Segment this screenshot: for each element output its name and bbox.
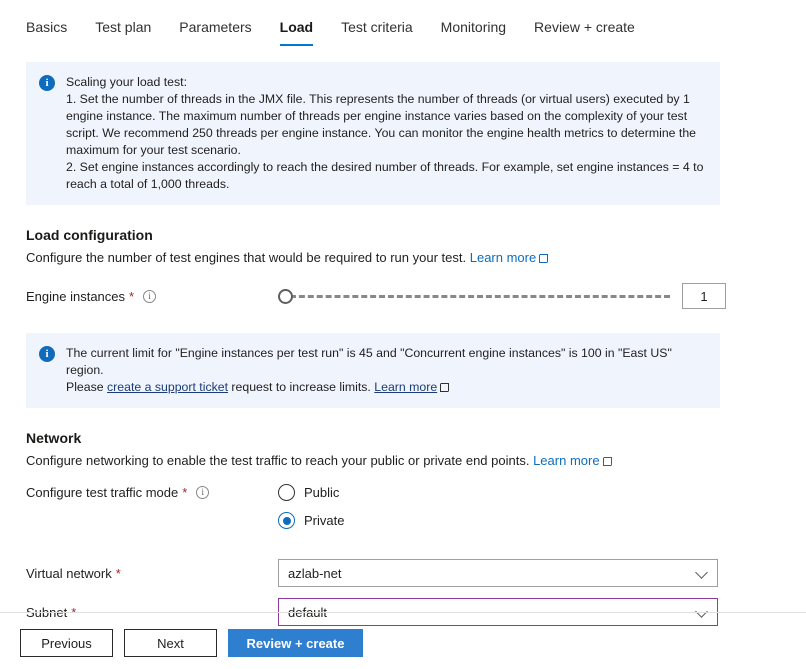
engine-limit-line-2: Please create a support ticket request t… — [66, 379, 706, 396]
external-link-icon — [603, 457, 612, 466]
radio-mark-private — [278, 512, 295, 529]
wizard-footer: Previous Next Review + create — [20, 629, 363, 657]
required-asterisk: * — [116, 566, 121, 581]
engine-limit-prefix: Please — [66, 380, 107, 394]
engine-instances-control — [278, 283, 806, 309]
radio-public[interactable]: Public — [278, 484, 344, 501]
radio-private[interactable]: Private — [278, 512, 344, 529]
engine-limit-learn-more-link[interactable]: Learn more — [374, 380, 437, 394]
wizard-tabs: Basics Test plan Parameters Load Test cr… — [0, 0, 806, 46]
load-configuration-learn-more-link[interactable]: Learn more — [470, 250, 536, 265]
scaling-banner-line-3: 2. Set engine instances accordingly to r… — [66, 159, 706, 193]
review-create-button[interactable]: Review + create — [228, 629, 363, 657]
scaling-banner-line-2: 1. Set the number of threads in the JMX … — [66, 91, 706, 159]
info-tooltip-icon[interactable]: i — [143, 290, 156, 303]
tab-test-plan[interactable]: Test plan — [81, 18, 165, 46]
slider-thumb[interactable] — [278, 289, 293, 304]
info-icon: i — [39, 346, 55, 362]
chevron-down-icon — [695, 566, 708, 579]
tab-review-create[interactable]: Review + create — [520, 18, 649, 46]
load-configuration-description: Configure the number of test engines tha… — [26, 250, 806, 265]
tab-basics[interactable]: Basics — [26, 18, 81, 46]
virtual-network-dropdown[interactable]: azlab-net — [278, 559, 718, 587]
external-link-icon — [440, 383, 449, 392]
virtual-network-value: azlab-net — [288, 566, 341, 581]
engine-instances-label: Engine instances — [26, 289, 125, 304]
engine-instances-slider[interactable] — [278, 286, 670, 306]
engine-limit-banner: i The current limit for "Engine instance… — [26, 333, 720, 408]
required-asterisk: * — [129, 289, 134, 304]
engine-instances-label-group: Engine instances * i — [26, 289, 278, 304]
engine-instances-input[interactable] — [682, 283, 726, 309]
virtual-network-label: Virtual network — [26, 566, 112, 581]
radio-label-public: Public — [304, 485, 339, 500]
load-configuration-description-text: Configure the number of test engines tha… — [26, 250, 466, 265]
network-description: Configure networking to enable the test … — [26, 453, 806, 468]
engine-limit-line-1: The current limit for "Engine instances … — [66, 345, 706, 379]
tab-test-criteria[interactable]: Test criteria — [327, 18, 427, 46]
required-asterisk: * — [182, 485, 187, 500]
load-test-wizard-page: Basics Test plan Parameters Load Test cr… — [0, 0, 806, 669]
external-link-icon — [539, 254, 548, 263]
load-configuration-heading: Load configuration — [26, 227, 806, 243]
tab-load[interactable]: Load — [266, 18, 327, 46]
tab-monitoring[interactable]: Monitoring — [427, 18, 520, 46]
radio-mark-public — [278, 484, 295, 501]
traffic-mode-row: Configure test traffic mode * i Public P… — [26, 484, 806, 529]
scaling-info-banner: i Scaling your load test: 1. Set the num… — [26, 62, 720, 205]
footer-divider — [0, 612, 806, 613]
virtual-network-row: Virtual network * azlab-net — [26, 559, 806, 587]
create-support-ticket-link[interactable]: create a support ticket — [107, 380, 228, 394]
network-learn-more-link[interactable]: Learn more — [533, 453, 599, 468]
radio-label-private: Private — [304, 513, 344, 528]
engine-limit-suffix: request to increase limits. — [228, 380, 374, 394]
traffic-mode-label: Configure test traffic mode — [26, 485, 178, 500]
info-tooltip-icon[interactable]: i — [196, 486, 209, 499]
engine-instances-row: Engine instances * i — [26, 283, 806, 309]
next-button[interactable]: Next — [124, 629, 217, 657]
info-icon: i — [39, 75, 55, 91]
network-description-text: Configure networking to enable the test … — [26, 453, 529, 468]
traffic-mode-label-group: Configure test traffic mode * i — [26, 484, 278, 500]
previous-button[interactable]: Previous — [20, 629, 113, 657]
scaling-banner-text: Scaling your load test: 1. Set the numbe… — [66, 74, 706, 193]
tab-parameters[interactable]: Parameters — [165, 18, 265, 46]
scaling-banner-line-1: Scaling your load test: — [66, 74, 706, 91]
virtual-network-label-group: Virtual network * — [26, 566, 278, 581]
engine-limit-banner-text: The current limit for "Engine instances … — [66, 345, 706, 396]
network-heading: Network — [26, 430, 806, 446]
traffic-mode-radio-group: Public Private — [278, 484, 344, 529]
slider-track — [290, 295, 670, 298]
